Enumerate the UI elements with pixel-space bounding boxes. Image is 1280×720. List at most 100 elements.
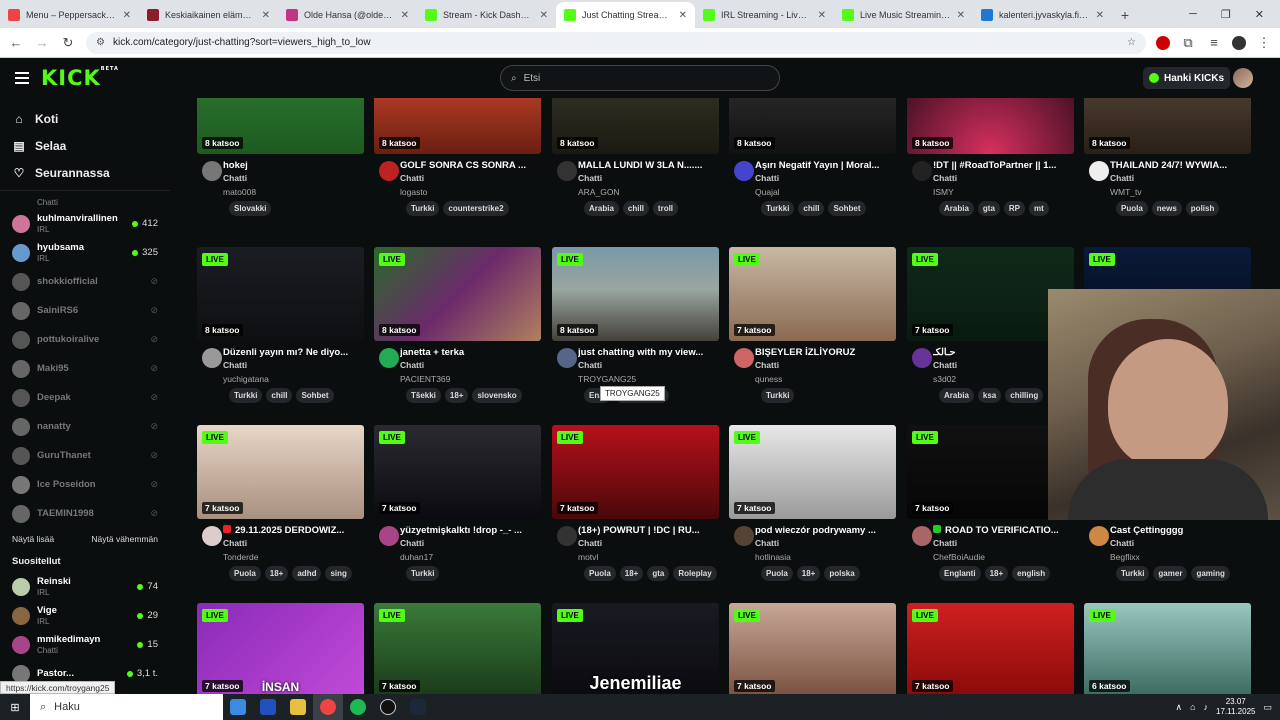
tab-close-icon[interactable]: ✕ [957, 10, 965, 21]
stream-thumbnail[interactable]: LIVE 8 katsoo [197, 247, 364, 341]
streamer-avatar[interactable] [557, 161, 577, 181]
stream-tag[interactable]: Turkki [761, 388, 795, 403]
streamer-name[interactable]: Begflixx [1110, 552, 1251, 562]
stream-card[interactable]: LIVE 7 katsoo yüzyetmişkalktı !drop -_- ..… [374, 425, 541, 590]
stream-thumbnail[interactable]: 8 katsoo [374, 98, 541, 154]
stream-card[interactable]: LIVE 6 katsoo [1084, 603, 1251, 697]
stream-tag[interactable]: slovensko [472, 388, 522, 403]
stream-tag[interactable]: troll [652, 201, 679, 216]
stream-title[interactable]: just chatting with my view... [578, 346, 719, 359]
streamer-name[interactable]: ChefBoiAudie [933, 552, 1074, 562]
streamer-avatar[interactable] [912, 348, 932, 368]
opera-extension-icon[interactable] [1156, 35, 1170, 50]
stream-tag[interactable]: Turkki [406, 566, 440, 581]
taskbar-app-icon[interactable] [223, 694, 253, 720]
streamer-name[interactable]: WMT_tv [1110, 187, 1251, 197]
stream-tag[interactable]: polish [1185, 201, 1220, 216]
streamer-name[interactable]: hotlinasia [755, 552, 896, 562]
streamer-name[interactable]: ARA_GON [578, 187, 719, 197]
stream-tag[interactable]: polska [824, 566, 860, 581]
sidebar-channel[interactable]: Deepak ⊘ [0, 383, 170, 412]
stream-tag[interactable]: Arabia [939, 201, 974, 216]
browser-tab[interactable]: Menu – Peppersack Kohv ✕ [0, 2, 139, 28]
sidebar-channel[interactable]: SainiRS6 ⊘ [0, 296, 170, 325]
stream-category[interactable]: Chatti [578, 360, 719, 370]
sidebar-nav-koti[interactable]: ⌂ Koti [0, 105, 170, 132]
stream-card[interactable]: LIVE 7 katsoo [729, 603, 896, 697]
browser-tab[interactable]: Stream - Kick Dashboard ✕ [417, 2, 556, 28]
streamer-avatar[interactable] [379, 161, 399, 181]
taskbar-search[interactable]: ⌕ Haku [30, 694, 223, 720]
file-explorer-icon[interactable] [283, 694, 313, 720]
stream-thumbnail[interactable]: 8 katsoo [907, 98, 1074, 154]
stream-tag[interactable]: 18+ [619, 566, 644, 581]
stream-tag[interactable]: Puola [584, 566, 616, 581]
stream-card[interactable]: 8 katsoo Aşırı Negatif Yayın | Moral... Ch… [729, 98, 896, 225]
sidebar-channel[interactable]: kuhlmanvirallinen IRL 412 [0, 209, 170, 238]
get-kicks-button[interactable]: Hanki KICKs [1142, 67, 1230, 89]
stream-category[interactable]: Chatti [223, 538, 364, 548]
stream-title[interactable]: (18+) POWRUT | !DC | RU... [578, 524, 719, 537]
stream-category[interactable]: Chatti [1110, 173, 1251, 183]
stream-category[interactable]: Chatti [755, 538, 896, 548]
stream-card[interactable]: LIVE 8 katsoo Düzenli yayın mı? Ne diyo...… [197, 247, 364, 412]
stream-title[interactable]: 29.11.2025 DERDOWIZ... [223, 524, 364, 537]
sidebar-channel[interactable]: shokkiofficial ⊘ [0, 267, 170, 296]
search-input[interactable]: ⌕ Etsi [500, 65, 780, 91]
streamer-avatar[interactable] [1089, 526, 1109, 546]
stream-tag[interactable]: Roleplay [673, 566, 717, 581]
stream-category[interactable]: Chatti [223, 360, 364, 370]
stream-card[interactable]: LIVE Jenemiliae [552, 603, 719, 697]
kick-logo[interactable]: KICKBETA [41, 66, 119, 90]
tab-close-icon[interactable]: ✕ [1096, 10, 1104, 21]
stream-thumbnail[interactable]: LIVE 8 katsoo [552, 247, 719, 341]
stream-tag[interactable]: Turkki [229, 388, 263, 403]
stream-card[interactable]: LIVE 7 katsoo pod wieczór podrywamy ... Cha… [729, 425, 896, 590]
stream-category[interactable]: Chatti [400, 538, 541, 548]
stream-thumbnail[interactable]: LIVE 7 katsoo [729, 603, 896, 697]
stream-title[interactable]: ROAD TO VERIFICATIO... [933, 524, 1074, 537]
stream-tag[interactable]: 18+ [264, 566, 289, 581]
streamer-avatar[interactable] [557, 348, 577, 368]
tab-close-icon[interactable]: ✕ [679, 10, 687, 21]
streamer-name[interactable]: ISMY [933, 187, 1074, 197]
sidebar-nav-selaa[interactable]: ▤ Selaa [0, 132, 170, 159]
show-less-button[interactable]: Näytä vähemmän [91, 534, 158, 544]
stream-tag[interactable]: chill [622, 201, 649, 216]
streamer-name[interactable]: quness [755, 374, 896, 384]
stream-tag[interactable]: Arabia [584, 201, 619, 216]
extensions-icon[interactable]: ⧉ [1180, 35, 1196, 51]
streamer-avatar[interactable] [734, 348, 754, 368]
stream-card[interactable]: LIVE 7 katsoo (18+) POWRUT | !DC | RU... Ch… [552, 425, 719, 590]
stream-card[interactable]: LIVE İNSAN 7 katsoo [197, 603, 364, 697]
stream-title[interactable]: MALLA LUNDI W 3LA N....... [578, 159, 719, 172]
browser-tab[interactable]: kalenteri.jyvaskyla.fi/tapa ✕ [973, 2, 1112, 28]
stream-category[interactable]: Chatti [578, 538, 719, 548]
stream-title[interactable]: pod wieczór podrywamy ... [755, 524, 896, 537]
stream-tag[interactable]: gta [647, 566, 670, 581]
stream-title[interactable]: Düzenli yayın mı? Ne diyo... [223, 346, 364, 359]
stream-thumbnail[interactable]: LIVE İNSAN 7 katsoo [197, 603, 364, 697]
stream-tag[interactable]: Englanti [939, 566, 981, 581]
steam-icon[interactable] [403, 694, 433, 720]
sidebar-channel[interactable]: TAEMIN1998 ⊘ [0, 499, 170, 528]
browser-tab[interactable]: IRL Streaming - Live Strea ✕ [695, 2, 834, 28]
streamer-avatar[interactable] [202, 161, 222, 181]
sidebar-channel[interactable]: nanatty ⊘ [0, 412, 170, 441]
stream-tag[interactable]: 18+ [444, 388, 469, 403]
streamer-avatar[interactable] [379, 526, 399, 546]
stream-category[interactable]: Chatti [933, 538, 1074, 548]
streamer-avatar[interactable] [734, 526, 754, 546]
stream-category[interactable]: Chatti [755, 360, 896, 370]
stream-card[interactable]: 8 katsoo GOLF SONRA CS SONRA ... Chatti log… [374, 98, 541, 225]
stream-category[interactable]: Chatti [578, 173, 719, 183]
sidebar-channel-partial[interactable]: Chatti [0, 195, 170, 209]
stream-card[interactable]: LIVE 7 katsoo [907, 603, 1074, 697]
back-icon[interactable]: ← [8, 35, 24, 50]
streamer-name[interactable]: Quajal [755, 187, 896, 197]
stream-tag[interactable]: Turkki [1116, 566, 1150, 581]
stream-tag[interactable]: 18+ [796, 566, 821, 581]
close-window-icon[interactable]: ✕ [1255, 8, 1264, 21]
stream-tag[interactable]: gamer [1153, 566, 1188, 581]
stream-tag[interactable]: chill [266, 388, 293, 403]
